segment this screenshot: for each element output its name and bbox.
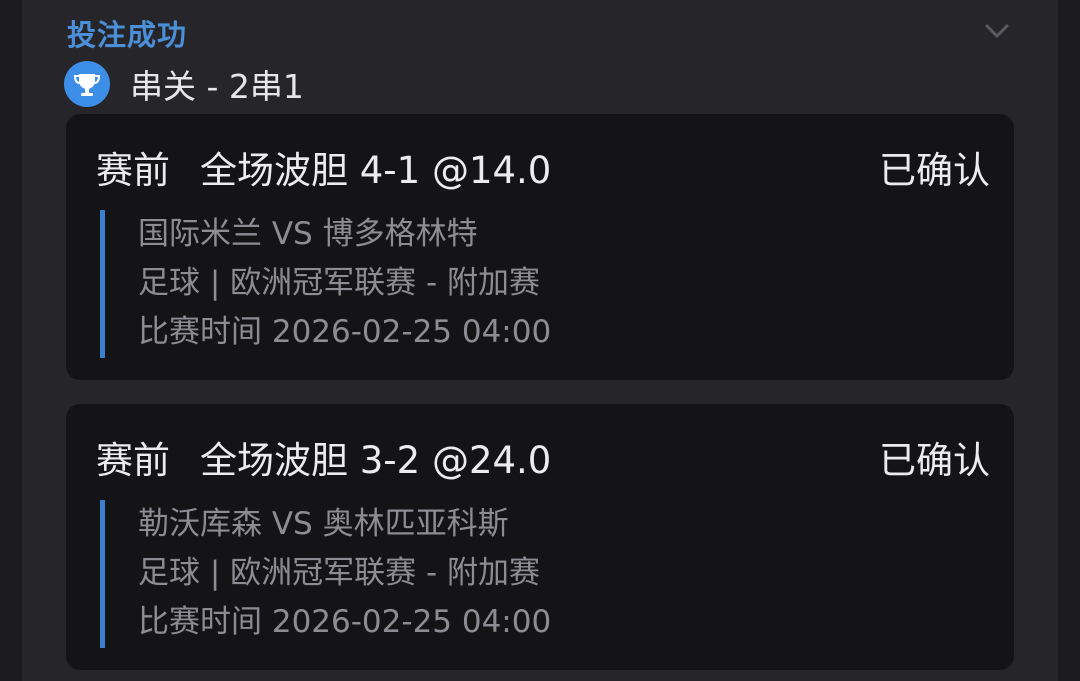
- match-details: 勒沃库森 VS 奥林匹亚科斯 足球 | 欧洲冠军联赛 - 附加赛 比赛时间 20…: [100, 500, 551, 648]
- selection-phase: 赛前: [96, 439, 170, 482]
- match-details: 国际米兰 VS 博多格林特 足球 | 欧洲冠军联赛 - 附加赛 比赛时间 202…: [100, 210, 551, 358]
- selection-line: 赛前 全场波胆 4-1 @14.0: [96, 140, 551, 194]
- bet-type-label: 串关 - 2串1: [130, 67, 304, 106]
- match-teams: 国际米兰 VS 博多格林特: [138, 216, 478, 252]
- page: 投注成功 串关 - 2串1 赛前 全场波胆 4-1 @14.0 已确认 国际米兰 …: [0, 0, 1080, 681]
- match-competition: 足球 | 欧洲冠军联赛 - 附加赛: [138, 555, 541, 591]
- selection-line: 赛前 全场波胆 3-2 @24.0: [96, 430, 551, 484]
- selection-status: 已确认: [879, 149, 990, 192]
- selection-market: 全场波胆 4-1 @14.0: [200, 149, 552, 192]
- bet-status-title: 投注成功: [67, 18, 188, 52]
- selection-card: 赛前 全场波胆 4-1 @14.0 已确认 国际米兰 VS 博多格林特 足球 | …: [66, 114, 1014, 380]
- trophy-icon: [64, 61, 110, 107]
- match-time: 比赛时间 2026-02-25 04:00: [138, 604, 552, 640]
- selection-status: 已确认: [879, 439, 990, 482]
- selection-card: 赛前 全场波胆 3-2 @24.0 已确认 勒沃库森 VS 奥林匹亚科斯 足球 |…: [66, 404, 1014, 670]
- chevron-down-icon[interactable]: [984, 22, 1010, 40]
- match-teams: 勒沃库森 VS 奥林匹亚科斯: [138, 506, 509, 542]
- bet-type-row: 串关 - 2串1: [64, 60, 304, 108]
- selection-market: 全场波胆 3-2 @24.0: [200, 439, 552, 482]
- match-competition: 足球 | 欧洲冠军联赛 - 附加赛: [138, 265, 541, 301]
- selection-phase: 赛前: [96, 149, 170, 192]
- match-time: 比赛时间 2026-02-25 04:00: [138, 314, 552, 350]
